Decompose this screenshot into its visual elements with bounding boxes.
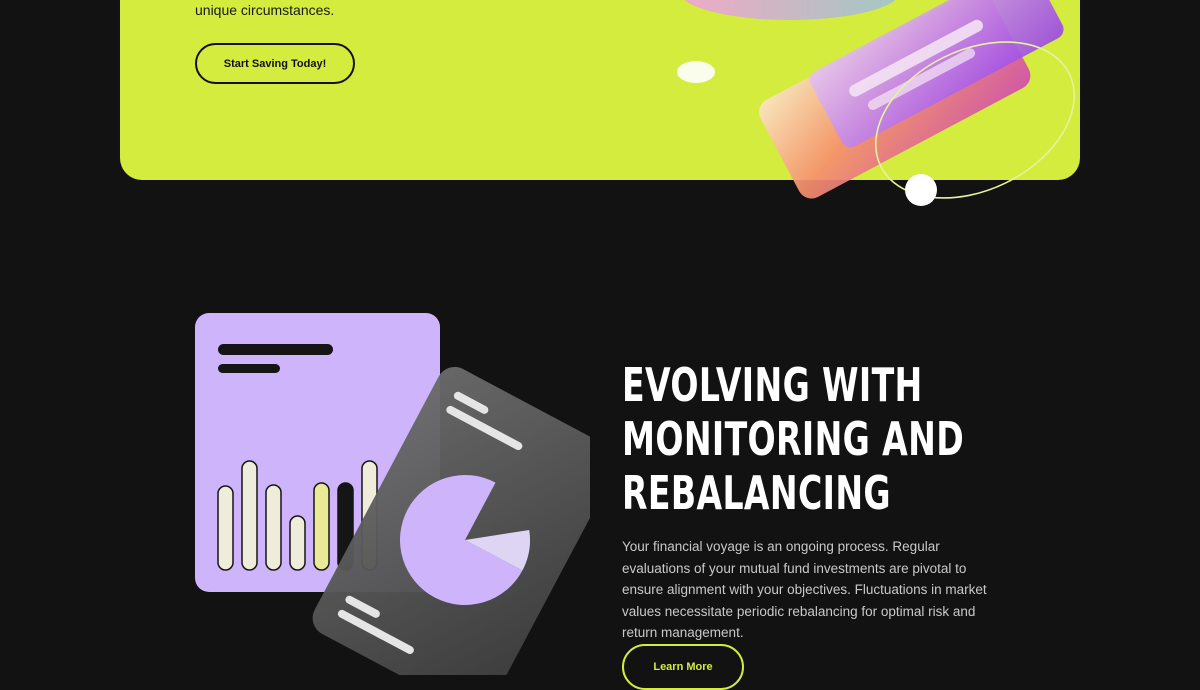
hero-description: unique circumstances. <box>195 2 335 18</box>
report-header-line <box>218 344 333 355</box>
chart-bar <box>313 482 330 571</box>
start-saving-button[interactable]: Start Saving Today! <box>195 43 355 84</box>
glass-card-dot <box>677 61 715 83</box>
feature-title: EVOLVING WITH MONITORING AND REBALANCING <box>622 358 965 520</box>
chart-bar <box>217 485 234 571</box>
feature-description: Your financial voyage is an ongoing proc… <box>622 539 987 641</box>
report-header-line <box>218 364 280 373</box>
hero-illustration <box>677 0 1076 206</box>
chart-bar <box>265 484 282 571</box>
orbit-dot <box>905 174 937 206</box>
feature-illustration <box>195 313 590 675</box>
learn-more-button[interactable]: Learn More <box>622 644 744 690</box>
chart-bar <box>241 460 258 571</box>
chart-bar <box>289 515 306 571</box>
pie-slice-shape <box>684 0 896 20</box>
